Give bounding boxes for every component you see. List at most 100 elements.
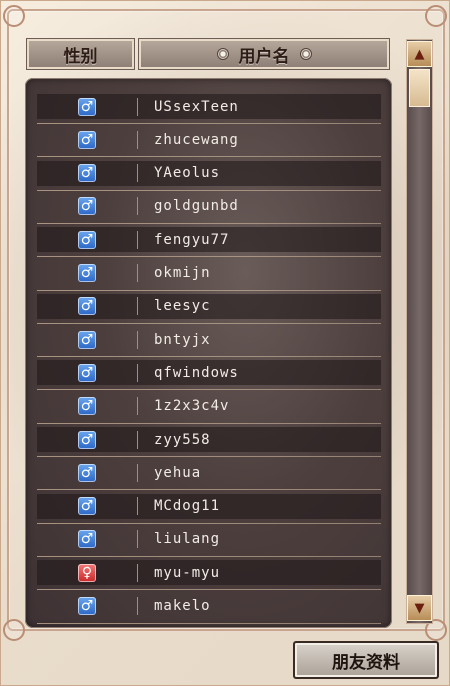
gender-cell: ♂ (37, 97, 137, 116)
male-icon: ♂ (78, 197, 96, 216)
scroll-down-button[interactable]: ▼ (407, 595, 432, 621)
username-text: USsexTeen (154, 98, 239, 115)
user-row[interactable]: ♂ USsexTeen (37, 94, 381, 124)
user-row[interactable]: ♂ leesyc (37, 293, 381, 324)
male-icon: ♂ (78, 264, 96, 282)
username-text: bntyjx (154, 331, 211, 348)
row-separator (37, 322, 381, 324)
user-row[interactable]: ♀ myu-myu (37, 560, 381, 591)
column-divider (137, 463, 138, 482)
male-icon: ♂ (78, 130, 96, 149)
column-divider (137, 130, 138, 149)
username-text: MCdog11 (154, 498, 221, 515)
row-separator (37, 289, 381, 291)
gender-cell: ♂ (37, 530, 137, 549)
female-icon: ♀ (78, 563, 96, 582)
username-text: 1z2x3c4v (154, 398, 230, 415)
sort-by-gender-header[interactable]: 性别 (26, 38, 135, 70)
scrollbar-track[interactable] (406, 39, 433, 624)
row-separator (37, 189, 381, 191)
male-icon: ♂ (78, 530, 96, 549)
gender-cell: ♂ (37, 497, 137, 516)
username-header-label: 用户名 (238, 46, 290, 67)
row-separator (37, 522, 381, 524)
username-text: goldgunbd (154, 198, 239, 215)
user-row[interactable]: ♂ makelo (37, 594, 381, 624)
row-separator (37, 589, 381, 591)
user-row[interactable]: ♂ okmijn (37, 261, 381, 291)
user-row[interactable]: ♂ 1z2x3c4v (37, 394, 381, 424)
gender-cell: ♂ (37, 597, 137, 615)
user-row[interactable]: ♂ YAeolus (37, 160, 381, 191)
male-icon: ♂ (78, 330, 96, 349)
gender-cell: ♂ (37, 197, 137, 216)
user-row[interactable]: ♂ MCdog11 (37, 493, 381, 524)
column-divider (137, 330, 138, 349)
user-row[interactable]: ♂ zyy558 (37, 427, 381, 457)
male-icon: ♂ (78, 230, 96, 249)
username-text: liulang (154, 531, 221, 548)
username-text: leesyc (154, 298, 211, 315)
gender-cell: ♂ (37, 230, 137, 249)
corner-ornament (3, 5, 25, 27)
gender-header-label: 性别 (63, 46, 98, 67)
column-divider (137, 530, 138, 549)
username-text: yehua (154, 464, 202, 481)
column-divider (137, 597, 138, 615)
male-icon: ♂ (78, 97, 96, 116)
username-text: qfwindows (154, 364, 239, 381)
gender-cell: ♂ (37, 397, 137, 416)
user-list: ♂ USsexTeen ♂ zhucewang ♂ YAeolus ♂ goldgunbd ♂ f… (25, 78, 392, 628)
row-separator (37, 555, 381, 557)
scrollbar-thumb[interactable] (409, 69, 430, 107)
gender-cell: ♀ (37, 563, 137, 582)
column-divider (137, 497, 138, 516)
username-text: myu-myu (154, 564, 221, 581)
male-icon: ♂ (78, 597, 96, 615)
male-icon: ♂ (78, 463, 96, 482)
scroll-up-button[interactable]: ▲ (407, 41, 432, 67)
male-icon: ♂ (78, 297, 96, 316)
user-row[interactable]: ♂ bntyjx (37, 327, 381, 358)
username-text: zyy558 (154, 431, 211, 448)
male-icon: ♂ (78, 497, 96, 516)
column-divider (137, 397, 138, 416)
column-divider (137, 264, 138, 282)
gender-cell: ♂ (37, 430, 137, 449)
column-divider (137, 297, 138, 316)
username-text: zhucewang (154, 131, 239, 148)
friend-info-label: 朋友资料 (332, 652, 400, 673)
column-divider (137, 363, 138, 382)
user-row[interactable]: ♂ goldgunbd (37, 194, 381, 224)
column-divider (137, 430, 138, 449)
row-separator (37, 123, 381, 124)
row-separator (37, 222, 381, 224)
user-row[interactable]: ♂ qfwindows (37, 360, 381, 391)
row-separator (37, 622, 381, 624)
row-separator (37, 456, 381, 457)
male-icon: ♂ (78, 397, 96, 416)
male-icon: ♂ (78, 430, 96, 449)
user-row[interactable]: ♂ yehua (37, 460, 381, 491)
row-separator (37, 156, 381, 158)
gender-cell: ♂ (37, 130, 137, 149)
friend-info-button[interactable]: 朋友资料 (293, 641, 439, 679)
username-text: YAeolus (154, 165, 221, 182)
gender-cell: ♂ (37, 463, 137, 482)
user-row[interactable]: ♂ liulang (37, 527, 381, 557)
user-row[interactable]: ♂ fengyu77 (37, 227, 381, 258)
column-divider (137, 164, 138, 183)
friends-window: 性别 用户名 ♂ USsexTeen ♂ zhucewang ♂ YAeolus ♂ gold… (0, 0, 450, 686)
gender-cell: ♂ (37, 297, 137, 316)
header-ornament-icon (299, 48, 312, 60)
male-icon: ♂ (78, 363, 96, 382)
user-row[interactable]: ♂ zhucewang (37, 127, 381, 158)
row-separator (37, 422, 381, 424)
corner-ornament (3, 619, 25, 641)
row-separator (37, 256, 381, 258)
male-icon: ♂ (78, 164, 96, 183)
column-divider (137, 197, 138, 216)
sort-by-username-header[interactable]: 用户名 (138, 38, 390, 70)
column-divider (137, 230, 138, 249)
gender-cell: ♂ (37, 330, 137, 349)
